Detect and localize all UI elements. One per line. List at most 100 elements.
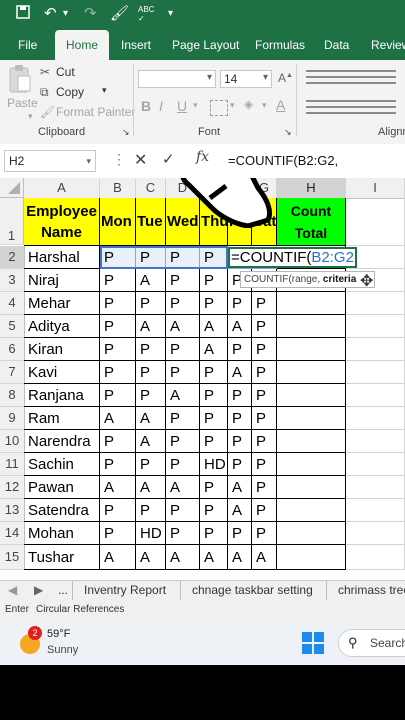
italic-button[interactable]: I	[159, 98, 163, 114]
attendance-cell[interactable]: P	[100, 292, 136, 315]
sheet-tab-inventry-report[interactable]: Inventry Report	[84, 583, 166, 597]
sheet-tab-chnage-taskbar-setting[interactable]: chnage taskbar setting	[192, 583, 313, 597]
attendance-cell[interactable]: P	[252, 407, 277, 430]
attendance-cell[interactable]: P	[200, 499, 228, 522]
attendance-cell[interactable]: A	[200, 545, 228, 570]
attendance-cell[interactable]: P	[200, 522, 228, 545]
header-employee-name[interactable]: Employee Name	[24, 198, 100, 246]
row-header[interactable]: 7	[0, 361, 25, 384]
row-header[interactable]: 6	[0, 338, 25, 361]
tab-insert[interactable]: Insert	[121, 30, 151, 60]
tab-review[interactable]: Review	[371, 30, 405, 60]
undo-dropdown-icon[interactable]: ▾	[63, 5, 68, 23]
attendance-cell[interactable]: P	[136, 499, 166, 522]
font-name-dropdown-icon[interactable]: ▾	[207, 72, 212, 83]
cell-i[interactable]	[346, 407, 405, 430]
attendance-cell[interactable]: P	[166, 338, 200, 361]
count-absent-cell[interactable]	[277, 430, 346, 453]
attendance-cell[interactable]: A	[228, 476, 252, 499]
attendance-cell[interactable]: A	[100, 476, 136, 499]
tab-file[interactable]: File	[18, 30, 37, 60]
attendance-cell[interactable]: P	[252, 315, 277, 338]
attendance-cell[interactable]: A	[136, 269, 166, 292]
attendance-cell[interactable]: HD	[136, 522, 166, 545]
attendance-cell[interactable]: P	[136, 361, 166, 384]
paste-icon[interactable]	[8, 64, 32, 94]
employee-name-cell[interactable]: Harshal	[24, 246, 100, 269]
attendance-cell[interactable]: HD	[200, 453, 228, 476]
attendance-cell[interactable]: A	[100, 545, 136, 570]
font-launcher-icon[interactable]: ↘	[284, 127, 292, 138]
row-header[interactable]: 11	[0, 453, 25, 476]
borders-icon[interactable]	[210, 100, 228, 116]
attendance-cell[interactable]: P	[100, 269, 136, 292]
borders-dropdown-icon[interactable]: ▾	[230, 100, 235, 111]
attendance-cell[interactable]: A	[166, 476, 200, 499]
customize-qat-icon[interactable]: ▾	[168, 5, 173, 23]
attendance-cell[interactable]: P	[166, 430, 200, 453]
name-box[interactable]: H2 ▾	[4, 150, 96, 172]
employee-name-cell[interactable]: Niraj	[24, 269, 100, 292]
row-header[interactable]: 5	[0, 315, 25, 338]
employee-name-cell[interactable]: Aditya	[24, 315, 100, 338]
attendance-cell[interactable]: P	[252, 430, 277, 453]
column-header-i[interactable]: I	[346, 178, 405, 199]
attendance-cell[interactable]: P	[136, 246, 166, 269]
attendance-cell[interactable]: P	[228, 522, 252, 545]
cell-i[interactable]	[346, 453, 405, 476]
attendance-cell[interactable]: P	[100, 384, 136, 407]
attendance-cell[interactable]: A	[200, 315, 228, 338]
formula-input[interactable]: =COUNTIF(B2:G2,	[228, 150, 405, 172]
tab-home[interactable]: Home	[55, 30, 109, 60]
attendance-cell[interactable]: P	[228, 430, 252, 453]
attendance-cell[interactable]: P	[166, 453, 200, 476]
windows-start-icon[interactable]	[302, 632, 324, 654]
copy-dropdown-icon[interactable]: ▾	[102, 85, 107, 96]
count-absent-cell[interactable]	[277, 292, 346, 315]
cell-i[interactable]	[346, 499, 405, 522]
attendance-cell[interactable]: P	[200, 476, 228, 499]
row-header[interactable]: 8	[0, 384, 25, 407]
header-day[interactable]: Mon	[100, 198, 136, 246]
employee-name-cell[interactable]: Kavi	[24, 361, 100, 384]
attendance-cell[interactable]: A	[136, 407, 166, 430]
attendance-cell[interactable]: P	[228, 407, 252, 430]
attendance-cell[interactable]: P	[228, 453, 252, 476]
employee-name-cell[interactable]: Kiran	[24, 338, 100, 361]
attendance-cell[interactable]: A	[252, 545, 277, 570]
row-header[interactable]: 14	[0, 522, 25, 545]
taskbar-search-box[interactable]: ⚲ Search	[338, 629, 405, 657]
attendance-cell[interactable]: P	[136, 384, 166, 407]
attendance-cell[interactable]: P	[252, 338, 277, 361]
employee-name-cell[interactable]: Ranjana	[24, 384, 100, 407]
attendance-cell[interactable]: A	[228, 545, 252, 570]
attendance-cell[interactable]: A	[166, 384, 200, 407]
format-painter-button[interactable]: Format Painter	[56, 105, 135, 119]
cell-i[interactable]	[346, 338, 405, 361]
column-header-h[interactable]: H	[277, 178, 346, 199]
worksheet-grid[interactable]: ABCDEFGHI 123456789101112131415 Employee…	[0, 178, 405, 580]
attendance-cell[interactable]: P	[200, 361, 228, 384]
attendance-cell[interactable]: P	[252, 522, 277, 545]
align-top-icon[interactable]	[306, 70, 396, 72]
insert-function-icon[interactable]: fx	[196, 149, 209, 165]
more-sheets-button[interactable]: ...	[58, 583, 68, 597]
cell-i[interactable]	[346, 292, 405, 315]
attendance-cell[interactable]: P	[252, 292, 277, 315]
attendance-cell[interactable]: P	[252, 453, 277, 476]
attendance-cell[interactable]: P	[252, 476, 277, 499]
attendance-cell[interactable]: P	[100, 453, 136, 476]
attendance-cell[interactable]: A	[136, 545, 166, 570]
attendance-cell[interactable]: A	[166, 315, 200, 338]
row-header[interactable]: 15	[0, 545, 25, 570]
row-header[interactable]: 2	[0, 246, 25, 269]
select-all-corner[interactable]	[0, 178, 24, 198]
attendance-cell[interactable]: P	[228, 292, 252, 315]
name-box-dropdown-icon[interactable]: ▾	[86, 151, 91, 171]
copy-button[interactable]: Copy	[56, 85, 84, 99]
circular-references-indicator[interactable]: Circular References	[36, 604, 124, 615]
format-painter-qat-icon[interactable]: 🖌	[110, 5, 129, 23]
cancel-icon[interactable]: ✕	[134, 150, 147, 170]
cell-i[interactable]	[346, 522, 405, 545]
count-absent-cell[interactable]	[277, 384, 346, 407]
